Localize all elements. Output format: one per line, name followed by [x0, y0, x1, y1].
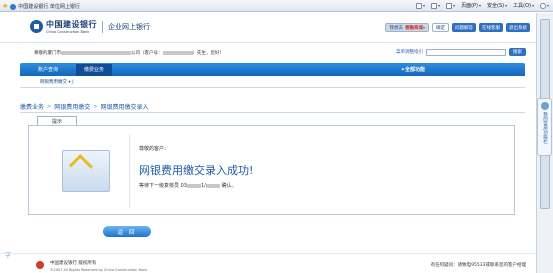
main-menubar: 账户查询 缴费业务 ✦全部功能: [20, 63, 525, 76]
return-button[interactable]: 返 回: [103, 226, 151, 237]
logo-cn: 中国建设银行: [46, 20, 97, 29]
user-info-bar: 尊敬的厦门市 公司（客户号： ）先生，您好！ 菜单调整指引 搜索: [0, 44, 536, 62]
logo-en: China Construction Bank: [46, 30, 90, 34]
search-button[interactable]: 搜索: [509, 48, 526, 56]
footer-hotline: 有任何疑问：请致电95533或联系您的客户经理: [430, 263, 526, 268]
breadcrumb-item[interactable]: 缴费业务: [20, 102, 44, 111]
browser-titlebar: ★ 中国建设银行 单位网上银行 ▾ ▾ ▾ 页面(P) ▾ 安全(S) ▾ 工具(O…: [0, 0, 553, 12]
footer-copyright-en: ©2007 All Rights Reserved by China Const…: [50, 268, 148, 272]
online-service-button[interactable]: 在线客服: [479, 23, 503, 32]
bank-logo[interactable]: 中国建设银行 China Construction Bank 企业网上银行: [30, 19, 150, 34]
tab-title: 中国建设银行 单位网上银行: [18, 4, 80, 10]
site-header: 中国建设银行 China Construction Bank 企业网上银行 我想…: [0, 13, 536, 43]
logout-button[interactable]: 退出系统: [506, 23, 530, 32]
sidebar-tab-label: 我的常用功能栏: [542, 112, 548, 144]
goto-select[interactable]: 我想去 善融商城 ▾: [385, 23, 429, 32]
tab-payment[interactable]: 缴费业务: [76, 64, 113, 76]
menu-guide-link[interactable]: 菜单调整指引: [396, 49, 423, 55]
chevron-right-icon: >: [93, 103, 98, 110]
success-folder-icon: [62, 146, 110, 192]
top-nav: 我想去 善融商城 ▾ 确定 问题解答 在线客服 退出系统: [385, 23, 530, 32]
submenu: 网银费用缴交 ▾ |: [20, 76, 525, 88]
favorites-star-icon[interactable]: ★: [2, 3, 8, 10]
menu-search: 菜单调整指引 搜索: [396, 48, 526, 56]
footer-logo-icon: [36, 261, 44, 269]
page-icon: [10, 3, 17, 10]
search-input[interactable]: [426, 48, 506, 56]
panel-divider: [129, 134, 130, 208]
print-icon[interactable]: ▾: [446, 2, 455, 9]
favorites-sidebar-tab[interactable]: 我的常用功能栏: [537, 98, 552, 156]
all-functions-button[interactable]: ✦全部功能: [401, 66, 425, 73]
browser-tab[interactable]: ★ 中国建设银行 单位网上银行: [2, 2, 80, 11]
breadcrumb: 缴费业务 > 网银费用缴交 > 网银费用缴交录入: [20, 101, 525, 113]
page-content: 中国建设银行 China Construction Bank 企业网上银行 我想…: [0, 13, 536, 273]
chevron-right-icon: >: [47, 103, 52, 110]
submenu-item-fee-payment[interactable]: 网银费用缴交 ▾ |: [40, 79, 74, 85]
result-panel: 尊敬的客户： 网银费用缴交录入成功! 等待下一级复核员 03 1/ 确认。: [28, 125, 515, 215]
logo-subtitle: 企业网上银行: [108, 22, 150, 31]
breadcrumb-item: 网银费用缴交录入: [100, 104, 149, 111]
tools-menu[interactable]: 工具(O) ▾: [513, 2, 534, 9]
logo-divider: [102, 20, 103, 33]
confirm-button[interactable]: 确定: [432, 23, 449, 32]
greeting: 尊敬的客户：: [139, 146, 170, 152]
ccb-logo-icon: [30, 20, 43, 33]
feeds-icon[interactable]: ▾: [431, 2, 440, 9]
home-icon[interactable]: ▾: [416, 2, 425, 9]
welcome-text: 尊敬的厦门市 公司（客户号： ）先生，您好！: [34, 50, 224, 56]
wait-text: 等待下一级复核员 03 1/ 确认。: [139, 183, 237, 189]
breadcrumb-item[interactable]: 网银费用缴交: [54, 102, 90, 111]
safety-menu[interactable]: 安全(S) ▾: [487, 2, 507, 9]
tab-account-query[interactable]: 账户查询: [38, 66, 58, 73]
qa-button[interactable]: 问题解答: [452, 23, 476, 32]
sidebar-tab-icon: [540, 102, 549, 110]
footer: 中国建设银行 版权所有 ©2007 All Rights Reserved by…: [0, 253, 536, 273]
page-menu[interactable]: 页面(P) ▾: [461, 2, 481, 9]
success-message: 网银费用缴交录入成功!: [139, 164, 254, 177]
help-icon[interactable]: ▾: [539, 2, 549, 9]
footer-copyright: 中国建设银行 版权所有: [50, 261, 97, 266]
